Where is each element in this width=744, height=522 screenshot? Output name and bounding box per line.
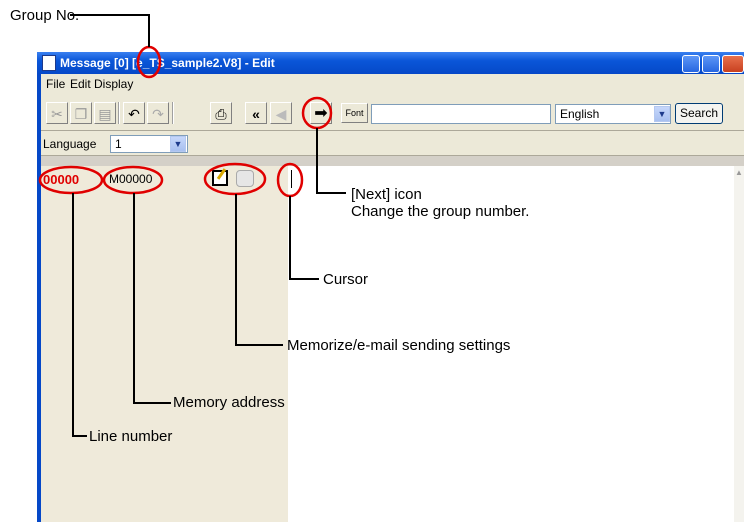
highlight-memory-address — [102, 165, 164, 195]
highlight-memorize-icons — [203, 162, 267, 196]
leader-next-icon — [316, 128, 346, 194]
callout-memory-address: Memory address — [173, 394, 285, 411]
highlight-group-no — [136, 45, 162, 79]
callout-next-icon: [Next] icon — [351, 186, 422, 203]
callout-cursor: Cursor — [323, 271, 369, 288]
callout-memorize: Memorize/e-mail sending settings — [287, 337, 511, 354]
leader-group-no — [70, 14, 150, 47]
highlight-next-icon — [301, 96, 333, 130]
leader-cursor — [289, 196, 319, 280]
highlight-line-number — [38, 165, 104, 195]
leader-memory-address — [133, 193, 171, 404]
highlight-cursor — [276, 162, 304, 198]
leader-lines — [70, 14, 346, 437]
leader-line-number — [72, 193, 87, 437]
callout-next-icon-desc: Change the group number. — [351, 203, 530, 220]
red-highlight-ellipses — [38, 45, 333, 198]
callout-line-number: Line number — [89, 428, 173, 445]
leader-memorize — [235, 194, 283, 346]
